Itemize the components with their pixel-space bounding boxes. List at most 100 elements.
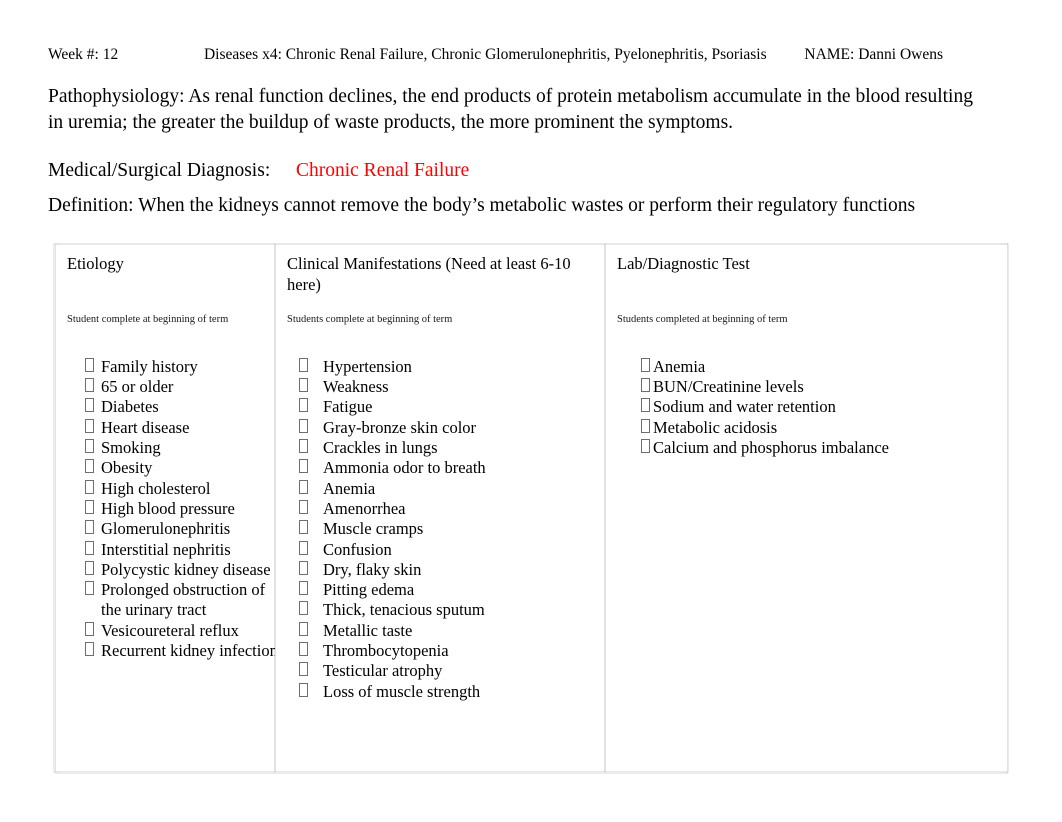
column-title: Lab/Diagnostic Test [617, 254, 750, 273]
list-item-label: High cholesterol [101, 478, 211, 498]
bullet-box-icon [65, 540, 95, 560]
list-item-label: Amenorrhea [323, 498, 406, 518]
list-item: Fatigue [285, 397, 585, 417]
list-item: Loss of muscle strength [285, 682, 585, 702]
list-item: Glomerulonephritis [65, 519, 279, 539]
list-item-label: Anemia [653, 356, 706, 376]
list-item-label: Anemia [323, 478, 376, 498]
list-item: Amenorrhea [285, 499, 585, 519]
bullet-box-icon [285, 357, 315, 377]
bullet-box-icon [65, 418, 95, 438]
bullet-box-icon [285, 621, 315, 641]
bullet-box-icon [285, 418, 315, 438]
assessment-table-wrapper: Etiology Clinical Manifestations (Need a… [55, 244, 1008, 772]
list-item-label: Obesity [101, 458, 153, 478]
list-item: Diabetes [65, 397, 279, 417]
list-item: Prolonged obstruction of the urinary tra… [65, 580, 279, 621]
bullet-box-icon [65, 641, 95, 661]
list-item-label: Heart disease [101, 417, 190, 437]
list-item: Recurrent kidney infection [65, 641, 279, 661]
bullet-box-icon [65, 580, 95, 600]
table-subtitle-row: Student complete at beginning of term St… [55, 303, 1008, 343]
bullet-box-icon [285, 661, 315, 681]
column-body-clinical-manifestations: Hypertension Weakness Fatigue Gray-bronze s… [275, 342, 605, 772]
bullet-box-icon [285, 540, 315, 560]
diagnosis-label: Medical/Surgical Diagnosis: [48, 160, 271, 181]
bullet-box-icon [285, 499, 315, 519]
column-subtitle-cell-etiology: Student complete at beginning of term [55, 303, 275, 343]
pathophysiology-paragraph: Pathophysiology: As renal function decli… [48, 86, 973, 133]
bullet-box-icon [285, 438, 315, 458]
list-item: Heart disease [65, 418, 279, 438]
list-item-label: Interstitial nephritis [101, 539, 231, 559]
list-item-label: High blood pressure [101, 498, 235, 518]
column-header-clinical-manifestations: Clinical Manifestations (Need at least 6… [275, 244, 605, 304]
bullet-box-icon [285, 479, 315, 499]
list-item: Obesity [65, 458, 279, 478]
bullet-box-icon [615, 357, 650, 377]
list-item-label: Gray-bronze skin color [323, 417, 477, 437]
list-item: Family history [65, 357, 279, 377]
bullet-box-icon [615, 377, 650, 397]
list-item-label: Smoking [101, 438, 161, 458]
column-subtitle: Students complete at beginning of term [287, 314, 453, 326]
bullet-box-icon [65, 479, 95, 499]
list-item: Calcium and phosphorus imbalance [615, 438, 998, 458]
table-header-row: Etiology Clinical Manifestations (Need a… [55, 244, 1008, 304]
list-item: Anemia [285, 479, 585, 499]
list-item: 65 or older [65, 377, 279, 397]
list-item: BUN/Creatinine levels [615, 377, 998, 397]
list-item-label: Glomerulonephritis [101, 519, 231, 539]
list-item-label: Sodium and water retention [653, 397, 836, 417]
list-item-label: Weakness [323, 377, 389, 397]
bullet-box-icon [285, 458, 315, 478]
column-header-lab-diagnostic-test: Lab/Diagnostic Test [605, 244, 1008, 304]
list-item: Ammonia odor to breath [285, 458, 585, 478]
bullet-box-icon [65, 397, 95, 417]
bullet-box-icon [65, 377, 95, 397]
bullet-box-icon [285, 377, 315, 397]
bullet-box-icon [615, 397, 650, 417]
list-item-label: Loss of muscle strength [323, 681, 481, 701]
bullet-box-icon [615, 438, 650, 458]
list-item-label: Hypertension [323, 356, 412, 376]
list-item: Hypertension [285, 357, 585, 377]
list-item-label: Thick, tenacious sputum [323, 600, 485, 620]
list-item: Pitting edema [285, 580, 585, 600]
definition-paragraph: Definition: When the kidneys cannot remo… [48, 195, 916, 216]
clinical-manifestations-list: Hypertension Weakness Fatigue Gray-bronze s… [275, 343, 595, 712]
list-item: High cholesterol [65, 479, 279, 499]
list-item: Crackles in lungs [285, 438, 585, 458]
list-item-label: Metabolic acidosis [653, 417, 778, 437]
list-item: Confusion [285, 540, 585, 560]
column-header-etiology: Etiology [55, 244, 275, 304]
bullet-box-icon [285, 600, 315, 620]
list-item: Testicular atrophy [285, 661, 585, 681]
column-subtitle: Students completed at beginning of term [617, 314, 788, 326]
medical-surgical-diagnosis: Medical/Surgical Diagnosis: Chronic Rena… [48, 158, 469, 184]
table-body-row: Family history 65 or older Diabetes Heart d… [55, 342, 1008, 772]
list-item-label: Thrombocytopenia [323, 640, 449, 660]
bullet-box-icon [285, 560, 315, 580]
bullet-box-icon [285, 519, 315, 539]
list-item: Muscle cramps [285, 519, 585, 539]
bullet-box-icon [615, 418, 650, 438]
list-item: Gray-bronze skin color [285, 418, 585, 438]
bullet-box-icon [65, 458, 95, 478]
list-item: High blood pressure [65, 499, 279, 519]
week-number: Week #: 12 [48, 46, 119, 63]
list-item: Smoking [65, 438, 279, 458]
bullet-box-icon [65, 519, 95, 539]
list-item-label: Crackles in lungs [323, 438, 438, 458]
list-item-label: 65 or older [101, 377, 174, 397]
assessment-table: Etiology Clinical Manifestations (Need a… [55, 244, 1008, 772]
list-item-label: Calcium and phosphorus imbalance [653, 438, 889, 458]
bullet-box-icon [285, 641, 315, 661]
list-item: Dry, flaky skin [285, 560, 585, 580]
bullet-box-icon [285, 580, 315, 600]
bullet-box-icon [65, 438, 95, 458]
column-subtitle: Student complete at beginning of term [67, 314, 229, 326]
column-subtitle-cell-clinical: Students complete at beginning of term [275, 303, 605, 343]
list-item: Thick, tenacious sputum [285, 600, 585, 620]
document-page: Week #: 12 Diseases x4: Chronic Renal Fa… [0, 0, 1062, 822]
